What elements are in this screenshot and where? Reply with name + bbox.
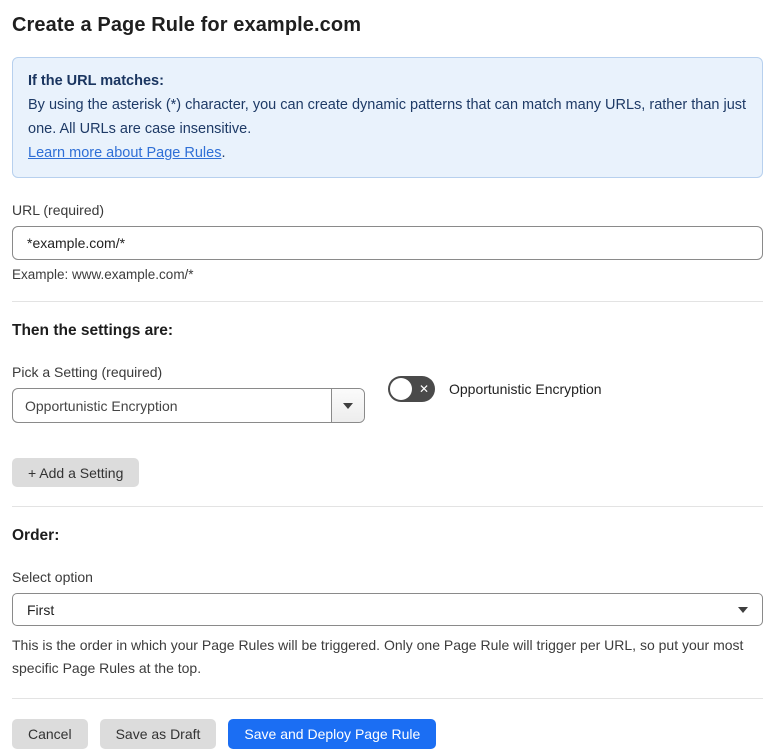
info-box-heading: If the URL matches: — [28, 73, 164, 89]
toggle-label: Opportunistic Encryption — [449, 380, 602, 397]
info-box-body: By using the asterisk (*) character, you… — [28, 97, 747, 137]
url-field-label: URL (required) — [12, 202, 105, 218]
info-box-link-line: Learn more about Page Rules. — [28, 141, 747, 165]
order-help-text: This is the order in which your Page Rul… — [12, 637, 744, 676]
cancel-button[interactable]: Cancel — [12, 719, 88, 749]
learn-more-link[interactable]: Learn more about Page Rules — [28, 145, 221, 161]
order-select[interactable]: First — [12, 593, 763, 626]
page-title: Create a Page Rule for example.com — [12, 14, 362, 36]
setting-picker-label: Pick a Setting (required) — [12, 364, 163, 380]
setting-toggle-group: ✕ Opportunistic Encryption — [388, 375, 602, 402]
settings-section-heading: Then the settings are: — [12, 322, 174, 339]
setting-picker-column: Pick a Setting (required) Opportunistic … — [12, 364, 365, 423]
save-and-deploy-button[interactable]: Save and Deploy Page Rule — [228, 719, 437, 749]
divider — [12, 506, 763, 507]
save-as-draft-button[interactable]: Save as Draft — [99, 719, 217, 749]
divider — [12, 698, 763, 699]
setting-dropdown-arrow-button[interactable] — [331, 389, 364, 422]
chevron-down-icon — [738, 606, 748, 613]
link-suffix: . — [221, 145, 226, 161]
setting-row: Pick a Setting (required) Opportunistic … — [12, 364, 763, 423]
url-matches-info-box: If the URL matches: By using the asteris… — [12, 57, 763, 178]
divider — [12, 301, 763, 302]
url-example-help: Example: www.example.com/* — [12, 267, 194, 282]
url-input[interactable] — [12, 226, 763, 260]
order-select-value: First — [27, 601, 55, 618]
toggle-off-x-icon: ✕ — [418, 381, 429, 396]
order-section-heading: Order: — [12, 527, 60, 544]
chevron-down-icon — [343, 402, 353, 409]
setting-dropdown-value: Opportunistic Encryption — [25, 397, 178, 414]
setting-dropdown[interactable]: Opportunistic Encryption — [12, 388, 365, 423]
toggle-knob — [390, 377, 412, 400]
add-setting-button[interactable]: + Add a Setting — [12, 458, 140, 487]
order-select-label: Select option — [12, 569, 93, 585]
footer-actions: Cancel Save as Draft Save and Deploy Pag… — [12, 719, 763, 749]
opportunistic-encryption-toggle[interactable]: ✕ — [388, 375, 435, 402]
